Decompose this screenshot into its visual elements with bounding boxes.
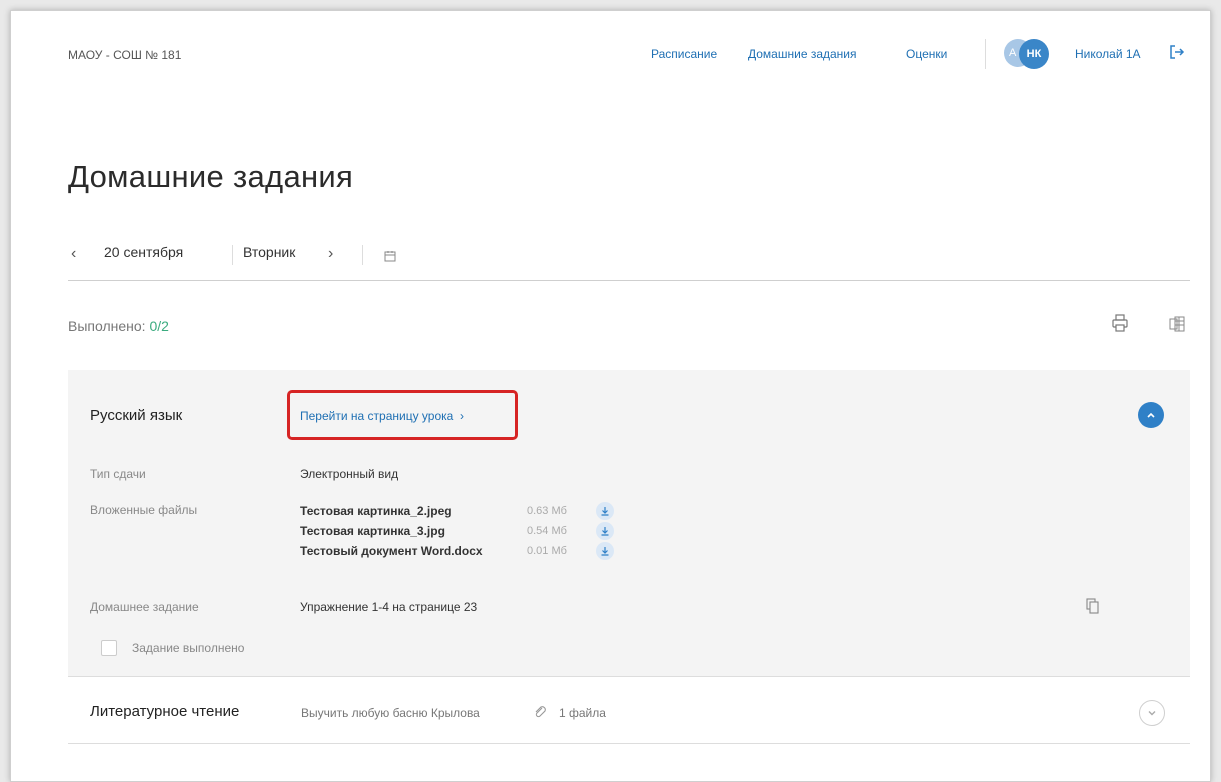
homework-label: Домашнее задание — [90, 600, 199, 614]
file-size: 0.01 Мб — [527, 545, 567, 557]
done-value: 0/2 — [149, 318, 169, 334]
user-name-link[interactable]: Николай 1А — [1075, 47, 1141, 61]
school-name: МАОУ - СОШ № 181 — [68, 48, 182, 62]
chevron-up-icon — [1147, 412, 1155, 418]
download-button[interactable] — [596, 522, 614, 540]
top-bar: МАОУ - СОШ № 181 Расписание Домашние зад… — [11, 11, 1210, 91]
file-name[interactable]: Тестовая картинка_3.jpg — [300, 524, 445, 538]
files-count: 1 файла — [559, 706, 606, 720]
date-divider — [232, 245, 233, 265]
download-button[interactable] — [596, 542, 614, 560]
app-window: МАОУ - СОШ № 181 Расписание Домашние зад… — [10, 10, 1211, 782]
homework-value: Упражнение 1-4 на странице 23 — [300, 600, 478, 614]
done-label: Выполнено: — [68, 318, 146, 334]
expand-button[interactable] — [1139, 700, 1165, 726]
done-checkbox-label[interactable]: Задание выполнено — [132, 641, 244, 655]
subject-panel-russian: Русский язык Перейти на страницу урока ›… — [68, 370, 1190, 676]
next-day-chevron-icon[interactable]: › — [328, 245, 333, 263]
done-checkbox[interactable] — [101, 640, 117, 656]
file-size: 0.63 Мб — [527, 505, 567, 517]
section-divider — [68, 280, 1190, 281]
nav-schedule-link[interactable]: Расписание — [651, 47, 717, 61]
submission-type-value: Электронный вид — [300, 467, 399, 481]
homework-preview: Выучить любую басню Крылова — [301, 706, 480, 720]
page-title: Домашние задания — [68, 159, 354, 194]
print-icon[interactable] — [1112, 314, 1128, 332]
file-name[interactable]: Тестовая картинка_2.jpeg — [300, 504, 452, 518]
copy-icon[interactable] — [1086, 598, 1100, 614]
nav-divider — [985, 39, 986, 69]
file-size: 0.54 Мб — [527, 525, 567, 537]
download-icon — [601, 547, 609, 556]
user-avatar[interactable]: НК — [1019, 39, 1049, 69]
prev-day-chevron-icon[interactable]: ‹ — [71, 245, 76, 263]
submission-type-label: Тип сдачи — [90, 467, 146, 481]
row-divider — [68, 676, 1190, 677]
nav-homework-link[interactable]: Домашние задания — [748, 47, 857, 61]
date-divider — [362, 245, 363, 265]
collapse-button[interactable] — [1138, 402, 1164, 428]
calendar-icon[interactable] — [384, 250, 396, 262]
download-icon — [601, 527, 609, 536]
download-icon — [601, 507, 609, 516]
subject-name: Русский язык — [90, 407, 183, 424]
nav-grades-link[interactable]: Оценки — [906, 47, 947, 61]
chevron-down-icon — [1148, 711, 1156, 716]
excel-export-icon[interactable] — [1169, 316, 1185, 332]
current-date: 20 сентября — [104, 244, 184, 260]
row-divider — [68, 743, 1190, 744]
logout-icon[interactable] — [1169, 44, 1185, 60]
subject-name[interactable]: Литературное чтение — [90, 703, 239, 720]
file-name[interactable]: Тестовый документ Word.docx — [300, 544, 483, 558]
current-day: Вторник — [243, 244, 296, 260]
download-button[interactable] — [596, 502, 614, 520]
paperclip-icon — [535, 706, 546, 718]
done-counter: Выполнено: 0/2 — [68, 318, 169, 334]
attachments-label: Вложенные файлы — [90, 503, 198, 517]
highlight-annotation — [287, 390, 518, 440]
